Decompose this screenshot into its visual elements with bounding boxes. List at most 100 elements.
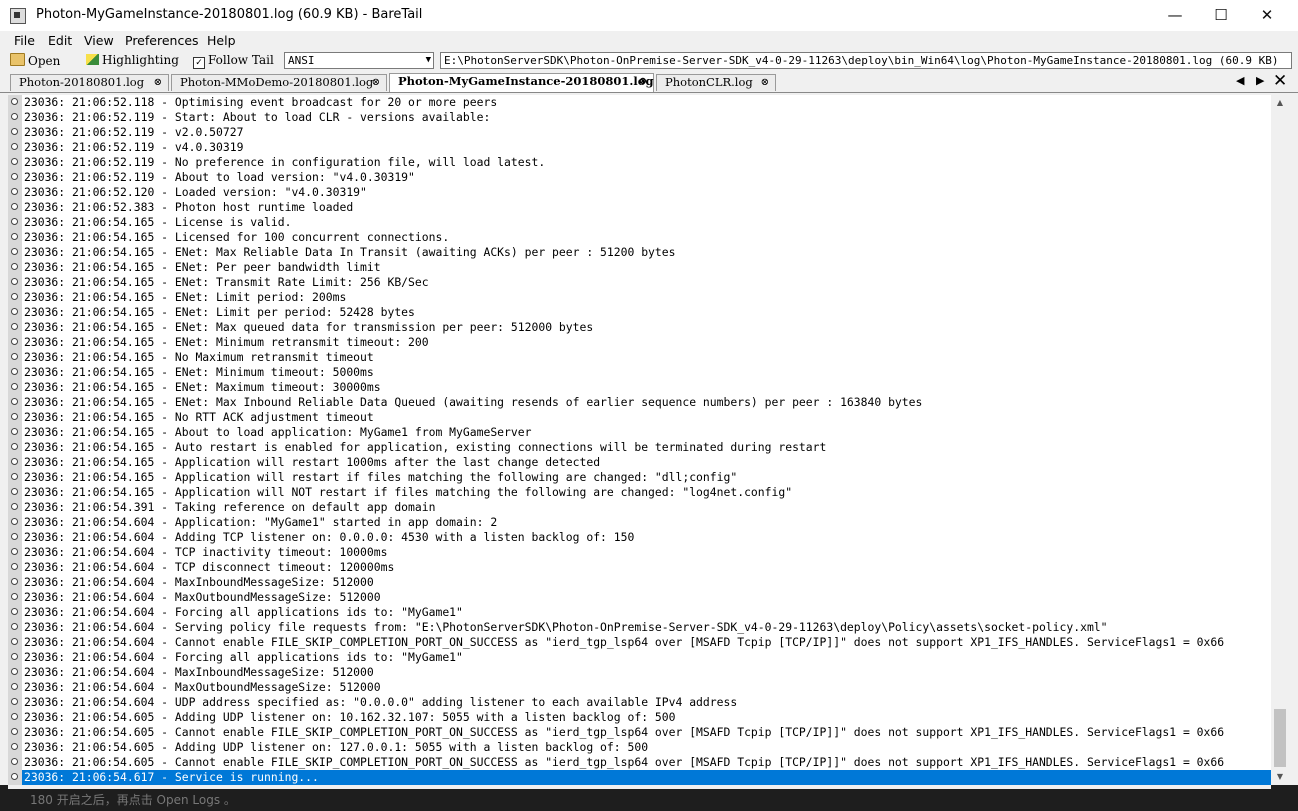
bookmark-marker-icon[interactable] <box>8 425 22 440</box>
menu-edit[interactable]: Edit <box>48 33 72 48</box>
log-line[interactable]: 23036: 21:06:54.165 - ENet: Per peer ban… <box>8 260 1271 275</box>
log-line[interactable]: 23036: 21:06:54.604 - UDP address specif… <box>8 695 1271 710</box>
bookmark-marker-icon[interactable] <box>8 365 22 380</box>
log-line[interactable]: 23036: 21:06:54.605 - Cannot enable FILE… <box>8 725 1271 740</box>
open-button[interactable]: Open <box>10 53 60 68</box>
log-line[interactable]: 23036: 21:06:54.604 - MaxInboundMessageS… <box>8 575 1271 590</box>
menu-preferences[interactable]: Preferences <box>125 33 199 48</box>
bookmark-marker-icon[interactable] <box>8 305 22 320</box>
log-view[interactable]: 23036: 21:06:52.118 - Optimising event b… <box>8 95 1271 785</box>
log-line[interactable]: 23036: 21:06:54.165 - ENet: Max Inbound … <box>8 395 1271 410</box>
log-line[interactable]: 23036: 21:06:54.604 - Cannot enable FILE… <box>8 635 1271 650</box>
selected-log-line[interactable]: 23036: 21:06:54.617 - Service is running… <box>8 770 1271 785</box>
tab-close-icon[interactable]: ⊗ <box>761 75 769 90</box>
scroll-up-icon[interactable]: ▲ <box>1271 95 1289 111</box>
log-line[interactable]: 23036: 21:06:52.119 - No preference in c… <box>8 155 1271 170</box>
bookmark-marker-icon[interactable] <box>8 695 22 710</box>
bookmark-marker-icon[interactable] <box>8 110 22 125</box>
chevron-down-icon[interactable]: ▼ <box>426 53 431 68</box>
bookmark-marker-icon[interactable] <box>8 530 22 545</box>
bookmark-marker-icon[interactable] <box>8 410 22 425</box>
log-line[interactable]: 23036: 21:06:54.165 - ENet: Maximum time… <box>8 380 1271 395</box>
log-line[interactable]: 23036: 21:06:54.165 - ENet: Max Reliable… <box>8 245 1271 260</box>
bookmark-marker-icon[interactable] <box>8 500 22 515</box>
log-line[interactable]: 23036: 21:06:54.604 - TCP disconnect tim… <box>8 560 1271 575</box>
bookmark-marker-icon[interactable] <box>8 260 22 275</box>
horizontal-scrollbar[interactable] <box>8 785 1271 789</box>
log-line[interactable]: 23036: 21:06:52.119 - About to load vers… <box>8 170 1271 185</box>
bookmark-marker-icon[interactable] <box>8 650 22 665</box>
log-line[interactable]: 23036: 21:06:54.165 - Application will r… <box>8 455 1271 470</box>
log-line[interactable]: 23036: 21:06:54.165 - ENet: Minimum retr… <box>8 335 1271 350</box>
minimize-button[interactable]: — <box>1152 0 1198 31</box>
bookmark-marker-icon[interactable] <box>8 710 22 725</box>
log-line[interactable]: 23036: 21:06:54.604 - TCP inactivity tim… <box>8 545 1271 560</box>
log-line[interactable]: 23036: 21:06:54.165 - No RTT ACK adjustm… <box>8 410 1271 425</box>
log-line[interactable]: 23036: 21:06:54.165 - ENet: Minimum time… <box>8 365 1271 380</box>
log-line[interactable]: 23036: 21:06:54.165 - Application will r… <box>8 470 1271 485</box>
log-line[interactable]: 23036: 21:06:54.604 - Forcing all applic… <box>8 650 1271 665</box>
tab-mygameinstance-log[interactable]: Photon-MyGameInstance-20180801.log ⊗ <box>389 73 654 92</box>
log-line[interactable]: 23036: 21:06:54.604 - MaxOutboundMessage… <box>8 590 1271 605</box>
bookmark-marker-icon[interactable] <box>8 635 22 650</box>
log-line[interactable]: 23036: 21:06:54.605 - Cannot enable FILE… <box>8 755 1271 770</box>
tab-photon-log[interactable]: Photon-20180801.log ⊗ <box>10 74 169 91</box>
bookmark-marker-icon[interactable] <box>8 95 22 110</box>
bookmark-marker-icon[interactable] <box>8 740 22 755</box>
log-line[interactable]: 23036: 21:06:52.119 - v4.0.30319 <box>8 140 1271 155</box>
log-line[interactable]: 23036: 21:06:54.165 - ENet: Limit period… <box>8 290 1271 305</box>
log-line[interactable]: 23036: 21:06:52.383 - Photon host runtim… <box>8 200 1271 215</box>
log-line[interactable]: 23036: 21:06:54.604 - Serving policy fil… <box>8 620 1271 635</box>
log-line[interactable]: 23036: 21:06:52.119 - v2.0.50727 <box>8 125 1271 140</box>
log-line[interactable]: 23036: 21:06:54.604 - MaxOutboundMessage… <box>8 680 1271 695</box>
bookmark-marker-icon[interactable] <box>8 575 22 590</box>
bookmark-marker-icon[interactable] <box>8 560 22 575</box>
close-window-button[interactable]: ✕ <box>1244 0 1290 31</box>
bookmark-marker-icon[interactable] <box>8 770 22 785</box>
bookmark-marker-icon[interactable] <box>8 275 22 290</box>
menu-view[interactable]: View <box>84 33 114 48</box>
scrollbar-thumb[interactable] <box>1274 709 1286 767</box>
bookmark-marker-icon[interactable] <box>8 755 22 770</box>
log-line[interactable]: 23036: 21:06:54.165 - ENet: Limit per pe… <box>8 305 1271 320</box>
tab-close-icon[interactable]: ⊗ <box>639 74 647 89</box>
bookmark-marker-icon[interactable] <box>8 230 22 245</box>
encoding-select[interactable]: ANSI ▼ <box>284 52 434 69</box>
maximize-button[interactable]: ☐ <box>1198 0 1244 31</box>
scroll-down-icon[interactable]: ▼ <box>1271 769 1289 785</box>
bookmark-marker-icon[interactable] <box>8 140 22 155</box>
log-line[interactable]: 23036: 21:06:54.165 - About to load appl… <box>8 425 1271 440</box>
bookmark-marker-icon[interactable] <box>8 125 22 140</box>
highlighting-button[interactable]: Highlighting <box>86 53 179 67</box>
tab-close-icon[interactable]: ⊗ <box>372 75 380 90</box>
log-line[interactable]: 23036: 21:06:52.118 - Optimising event b… <box>8 95 1271 110</box>
bookmark-marker-icon[interactable] <box>8 350 22 365</box>
bookmark-marker-icon[interactable] <box>8 470 22 485</box>
bookmark-marker-icon[interactable] <box>8 395 22 410</box>
log-line[interactable]: 23036: 21:06:54.391 - Taking reference o… <box>8 500 1271 515</box>
log-line[interactable]: 23036: 21:06:54.604 - Forcing all applic… <box>8 605 1271 620</box>
log-line[interactable]: 23036: 21:06:54.605 - Adding UDP listene… <box>8 710 1271 725</box>
bookmark-marker-icon[interactable] <box>8 455 22 470</box>
bookmark-marker-icon[interactable] <box>8 320 22 335</box>
bookmark-marker-icon[interactable] <box>8 245 22 260</box>
log-line[interactable]: 23036: 21:06:54.605 - Adding UDP listene… <box>8 740 1271 755</box>
bookmark-marker-icon[interactable] <box>8 680 22 695</box>
bookmark-marker-icon[interactable] <box>8 200 22 215</box>
bookmark-marker-icon[interactable] <box>8 605 22 620</box>
log-line[interactable]: 23036: 21:06:52.120 - Loaded version: "v… <box>8 185 1271 200</box>
bookmark-marker-icon[interactable] <box>8 185 22 200</box>
follow-tail-toggle[interactable]: ✓ Follow Tail <box>193 53 274 69</box>
menu-file[interactable]: File <box>14 33 35 48</box>
tab-close-icon[interactable]: ⊗ <box>154 75 162 90</box>
log-line[interactable]: 23036: 21:06:54.165 - ENet: Max queued d… <box>8 320 1271 335</box>
follow-tail-checkbox[interactable]: ✓ <box>193 57 205 69</box>
tab-scroll-right-icon[interactable]: ▶ <box>1256 74 1264 87</box>
bookmark-marker-icon[interactable] <box>8 590 22 605</box>
menu-help[interactable]: Help <box>207 33 236 48</box>
bookmark-marker-icon[interactable] <box>8 725 22 740</box>
log-line[interactable]: 23036: 21:06:54.165 - License is valid. <box>8 215 1271 230</box>
bookmark-marker-icon[interactable] <box>8 335 22 350</box>
bookmark-marker-icon[interactable] <box>8 545 22 560</box>
log-line[interactable]: 23036: 21:06:54.165 - No Maximum retrans… <box>8 350 1271 365</box>
